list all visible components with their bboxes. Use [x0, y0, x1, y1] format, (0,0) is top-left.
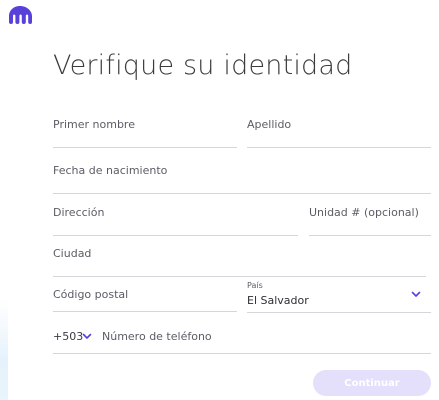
- last-name-placeholder: Apellido: [247, 118, 292, 131]
- address-placeholder: Dirección: [53, 206, 105, 219]
- unit-placeholder: Unidad # (opcional): [309, 206, 419, 219]
- country-label: País: [247, 281, 263, 290]
- birthdate-field[interactable]: Fecha de nacimiento: [53, 164, 431, 194]
- unit-field[interactable]: Unidad # (opcional): [309, 206, 431, 236]
- page-title: Verifique su identidad: [53, 50, 353, 81]
- chevron-down-icon[interactable]: [411, 291, 421, 298]
- first-name-placeholder: Primer nombre: [53, 118, 135, 131]
- chevron-down-icon[interactable]: [82, 333, 92, 340]
- address-field[interactable]: Dirección: [53, 206, 298, 236]
- phone-prefix[interactable]: +503: [53, 330, 83, 343]
- continue-button[interactable]: Continuar: [313, 370, 431, 396]
- last-name-field[interactable]: Apellido: [247, 118, 431, 148]
- postal-code-placeholder: Código postal: [53, 288, 129, 301]
- city-field[interactable]: Ciudad: [53, 247, 426, 277]
- phone-placeholder: Número de teléfono: [102, 330, 212, 343]
- postal-code-field[interactable]: Código postal: [53, 288, 237, 312]
- country-select[interactable]: País El Salvador: [247, 281, 431, 313]
- first-name-field[interactable]: Primer nombre: [53, 118, 237, 148]
- left-edge-accent: [0, 300, 8, 400]
- country-value: El Salvador: [247, 294, 309, 307]
- phone-field[interactable]: +503 Número de teléfono: [53, 330, 431, 354]
- birthdate-placeholder: Fecha de nacimiento: [53, 164, 168, 177]
- city-placeholder: Ciudad: [53, 247, 92, 260]
- kraken-logo-icon: [9, 6, 32, 24]
